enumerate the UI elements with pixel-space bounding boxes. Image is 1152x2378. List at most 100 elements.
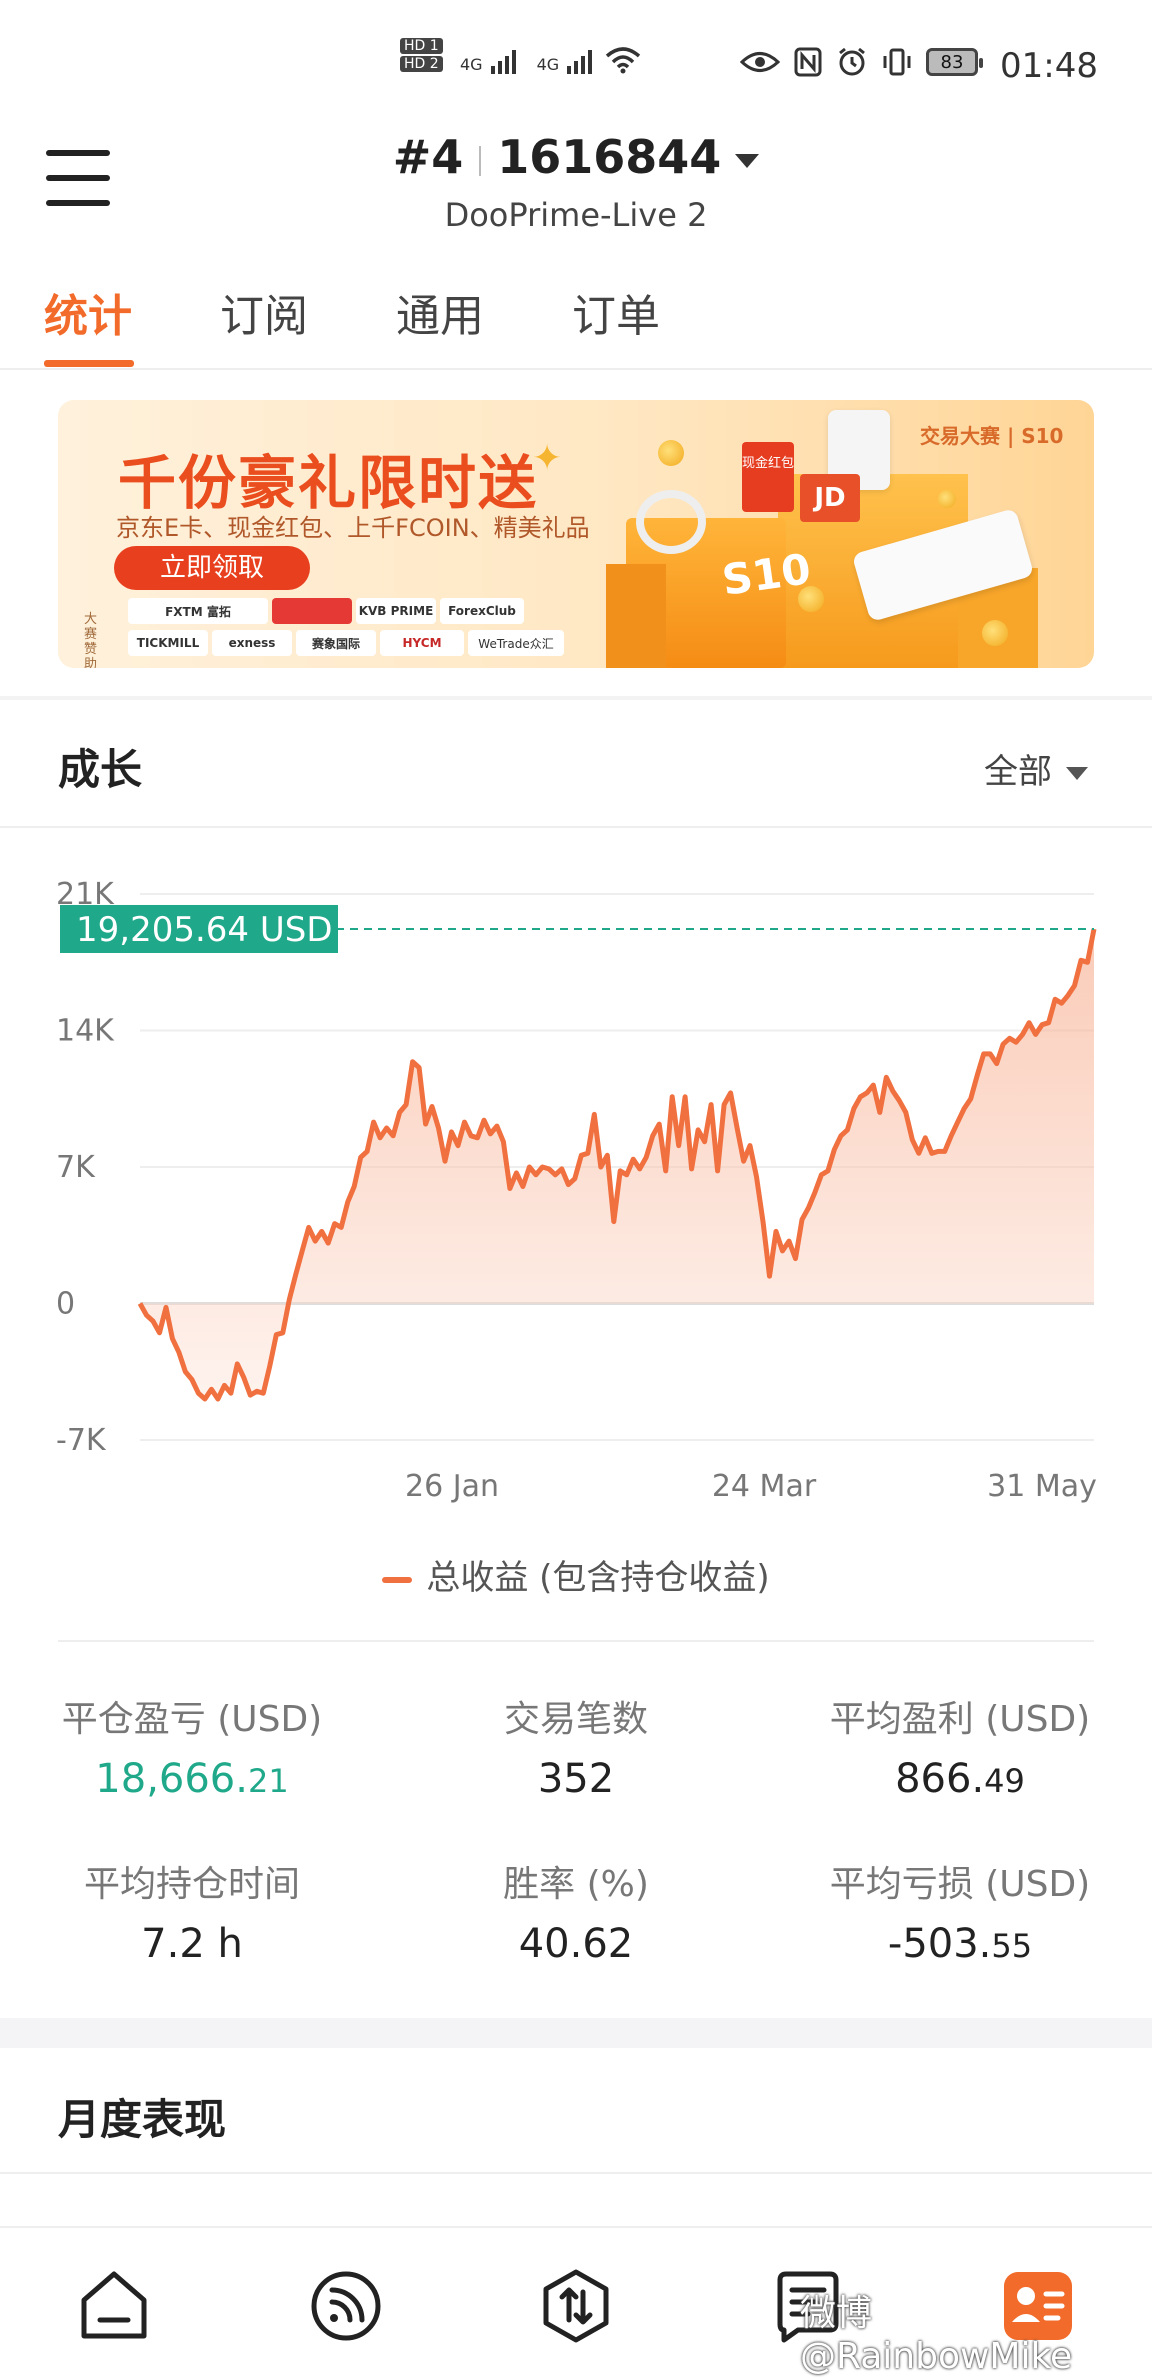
banner-subtitle: 京东E卡、现金红包、上千FCOIN、精美礼品 <box>116 514 590 542</box>
nfc-icon <box>794 47 822 77</box>
server-name: DooPrime-Live 2 <box>444 196 708 234</box>
growth-title: 成长 <box>58 745 143 794</box>
legend-swatch <box>382 1576 413 1583</box>
stat-label: 平仓盈亏 (USD) <box>61 1699 323 1740</box>
sim1-badge: HD 1 <box>400 38 443 54</box>
stat-value: 352 <box>406 1756 746 1802</box>
stat-value-int: 40.62 <box>518 1921 634 1967</box>
stat-label: 平均亏损 (USD) <box>829 1864 1091 1905</box>
sponsor-label: 大赛赞助 <box>84 612 98 668</box>
stat-value: 866.49 <box>790 1756 1130 1802</box>
trade-icon[interactable] <box>536 2266 616 2346</box>
wifi-icon <box>606 47 641 74</box>
vibrate-icon <box>883 48 911 76</box>
current-value-text: 19,205.64 USD <box>76 910 333 950</box>
x-tick-label: 26 Jan <box>405 1469 499 1504</box>
stat-label: 交易笔数 <box>503 1699 648 1740</box>
clock: 01:48 <box>1000 46 1098 86</box>
sponsor-logo: 赛象国际 <box>296 630 376 656</box>
stat-value-dec: 49 <box>984 1762 1025 1800</box>
coin-icon <box>982 620 1008 646</box>
sparkle-icon: ✦ <box>532 438 563 479</box>
growth-chart-svg: 21K14K7K0-7K 26 Jan 24 Mar 31 May 19,205.6… <box>56 877 1097 1504</box>
tab-stats[interactable]: 统计 <box>44 280 132 344</box>
stat-avg-profit: 平均盈利 (USD) 866.49 <box>790 1690 1130 1802</box>
sponsor-logo: FXTM 富拓 <box>128 598 268 624</box>
coin-icon <box>798 586 824 612</box>
net2-label: 4G <box>536 55 560 74</box>
sponsor-logo: TICKMILL <box>128 630 208 656</box>
sim2-badge: HD 2 <box>400 56 443 72</box>
red-envelope: 现金红包 <box>742 442 794 512</box>
battery-icon: 83 <box>926 48 983 76</box>
stat-value-dec: 55 <box>991 1927 1033 1965</box>
promo-banner[interactable]: 千份豪礼限时送 ✦ 京东E卡、现金红包、上千FCOIN、精美礼品 立即领取 大赛… <box>58 400 1094 668</box>
caret-down-icon <box>735 153 760 168</box>
stat-label: 胜率 (%) <box>503 1864 649 1905</box>
stat-value-int: 866. <box>895 1756 985 1802</box>
divider <box>58 1640 1094 1642</box>
brand-tag: 交易大赛 | S10 <box>920 424 1064 448</box>
stat-value: -503.55 <box>790 1921 1130 1967</box>
account-id: 1616844 <box>497 130 722 184</box>
y-tick-label: 7K <box>56 1150 96 1185</box>
range-filter-label: 全部 <box>984 752 1052 792</box>
stat-label: 平均盈利 (USD) <box>829 1699 1091 1740</box>
coin-icon <box>658 440 684 466</box>
sponsor-logo: WeTrade众汇 <box>468 630 564 656</box>
x-tick-label: 31 May <box>987 1469 1097 1504</box>
sponsor-logo: ForexClub <box>440 598 524 624</box>
eye-icon <box>740 52 780 72</box>
stat-value: 40.62 <box>406 1921 746 1967</box>
section-divider <box>0 826 1152 828</box>
y-tick-label: -7K <box>56 1423 107 1458</box>
stat-avg-loss: 平均亏损 (USD) -503.55 <box>790 1855 1130 1967</box>
section-divider <box>0 696 1152 700</box>
stat-label: 平均持仓时间 <box>83 1864 300 1905</box>
range-filter[interactable]: 全部 <box>984 744 1088 793</box>
caret-down-icon <box>1066 767 1088 780</box>
status-bar: HD 1 HD 2 4G 4G 83 01:48 <box>0 0 1152 130</box>
stat-value-int: 7.2 h <box>141 1921 243 1967</box>
sponsor-logo: HYCM <box>380 630 464 656</box>
stat-value-dec: 21 <box>247 1762 289 1800</box>
signal-icon <box>490 50 516 74</box>
divider <box>0 2172 1152 2174</box>
tab-general[interactable]: 通用 <box>396 280 484 344</box>
account-number: #4 <box>392 130 464 184</box>
alarm-icon <box>839 47 865 76</box>
stat-value-int: 352 <box>537 1756 615 1802</box>
sponsor-logo: KVB PRIME <box>356 598 436 624</box>
stat-avg-hold-time: 平均持仓时间 7.2 h <box>22 1855 362 1967</box>
sponsor-logo: exness <box>212 630 292 656</box>
home-icon[interactable] <box>74 2266 154 2346</box>
section-divider <box>0 2018 1152 2048</box>
stat-closed-pnl: 平仓盈亏 (USD) 18,666.21 <box>22 1690 362 1802</box>
tab-orders[interactable]: 订单 <box>572 280 660 344</box>
stat-value: 18,666.21 <box>22 1756 362 1802</box>
separator <box>479 145 482 176</box>
signal-icon <box>567 50 593 74</box>
watermark: 微博 @RainbowMike <box>800 2293 1073 2377</box>
sponsor-logo <box>272 598 352 624</box>
x-tick-label: 24 Mar <box>712 1469 817 1504</box>
stat-win-rate: 胜率 (%) 40.62 <box>406 1855 746 1967</box>
account-selector[interactable]: #4 1616844 <box>0 130 1152 184</box>
earbuds-image <box>636 490 706 554</box>
sim-badges: HD 1 HD 2 <box>400 38 443 72</box>
stat-trade-count: 交易笔数 352 <box>406 1690 746 1802</box>
stat-value: 7.2 h <box>22 1921 362 1967</box>
stat-value-int: -503. <box>887 1921 992 1967</box>
gift-box <box>606 564 666 668</box>
growth-chart[interactable]: 21K 14K 7K 0 -7K 26 Jan 24 Mar 31 May 19,205.6… <box>0 860 1152 1520</box>
jd-card: JD <box>800 474 860 522</box>
legend-label: 总收益 (包含持仓收益) <box>426 1558 770 1598</box>
tab-subscribe[interactable]: 订阅 <box>220 280 308 344</box>
subscribe-icon[interactable] <box>306 2266 386 2346</box>
claim-button[interactable]: 立即领取 <box>114 546 310 590</box>
signal-group: 4G 4G <box>460 46 641 74</box>
coin-icon <box>938 490 956 508</box>
monthly-title: 月度表现 <box>58 2095 227 2144</box>
net1-label: 4G <box>460 55 483 74</box>
tab-bar: 统计 订阅 通用 订单 <box>0 280 1152 370</box>
